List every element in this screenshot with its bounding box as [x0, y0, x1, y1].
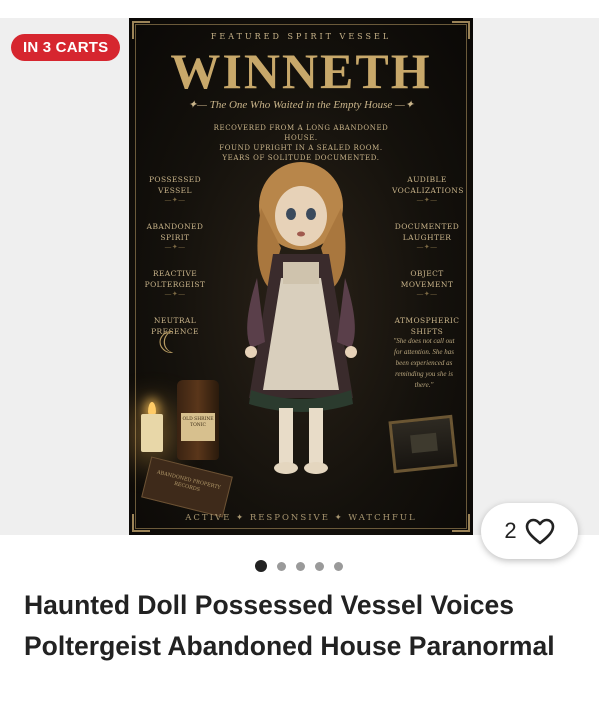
- moon-icon: ☾: [157, 326, 184, 361]
- poster-featured-label: FEATURED SPIRIT VESSEL: [210, 32, 392, 41]
- carousel-dot[interactable]: [296, 561, 305, 571]
- in-carts-badge: IN 3 CARTS: [11, 34, 121, 61]
- carousel-dot[interactable]: [277, 561, 286, 571]
- trait-item: POSSESSED VESSEL —✦—: [148, 175, 202, 204]
- doll-illustration: [245, 162, 357, 474]
- trait-item: REACTIVE POLTERGEIST —✦—: [144, 269, 206, 298]
- favorite-count: 2: [504, 518, 517, 543]
- trait-item: ATMOSPHERIC SHIFTS: [394, 316, 460, 336]
- right-traits: AUDIBLE VOCALIZATIONS —✦— DOCUMENTED LAUG…: [392, 174, 464, 354]
- product-title: Haunted Doll Possessed Vessel Voices Pol…: [24, 590, 555, 661]
- poster-subtitle-text: The One Who Waited in the Empty House: [209, 99, 393, 111]
- house-picture: [410, 432, 438, 454]
- carousel-dot[interactable]: [315, 561, 324, 571]
- favorite-button[interactable]: 2: [481, 503, 578, 559]
- poster-description: RECOVERED FROM A LONG ABANDONED HOUSE. F…: [199, 123, 403, 163]
- poster-quote: "She does not call out for attention. Sh…: [393, 337, 455, 389]
- trait-item: DOCUMENTED LAUGHTER —✦—: [394, 222, 460, 251]
- poster-title: WINNETH: [170, 43, 432, 99]
- poster-footer: ACTIVE ✦ RESPONSIVE ✦ WATCHFUL: [185, 513, 417, 523]
- description-line: FOUND UPRIGHT IN A SEALED ROOM.: [219, 144, 383, 152]
- carousel-dots: [255, 560, 343, 572]
- product-image[interactable]: FEATURED SPIRIT VESSEL WINNETH ✦— The On…: [129, 18, 473, 535]
- heart-outline-icon: [525, 518, 554, 544]
- trait-item: AUDIBLE VOCALIZATIONS —✦—: [392, 175, 464, 204]
- ornament-right: —✦: [392, 99, 415, 111]
- bottle-label: OLD SHRINE TONIC: [181, 413, 215, 441]
- poster-subtitle: ✦— The One Who Waited in the Empty House…: [129, 98, 473, 111]
- description-line: RECOVERED FROM A LONG ABANDONED HOUSE.: [213, 124, 389, 142]
- candle: [141, 414, 163, 452]
- trait-item: ABANDONED SPIRIT —✦—: [146, 222, 204, 251]
- trait-item: OBJECT MOVEMENT —✦—: [400, 269, 454, 298]
- ornament-left: ✦—: [187, 99, 210, 111]
- carousel-dot[interactable]: [334, 561, 343, 571]
- carousel-dot[interactable]: [255, 560, 267, 572]
